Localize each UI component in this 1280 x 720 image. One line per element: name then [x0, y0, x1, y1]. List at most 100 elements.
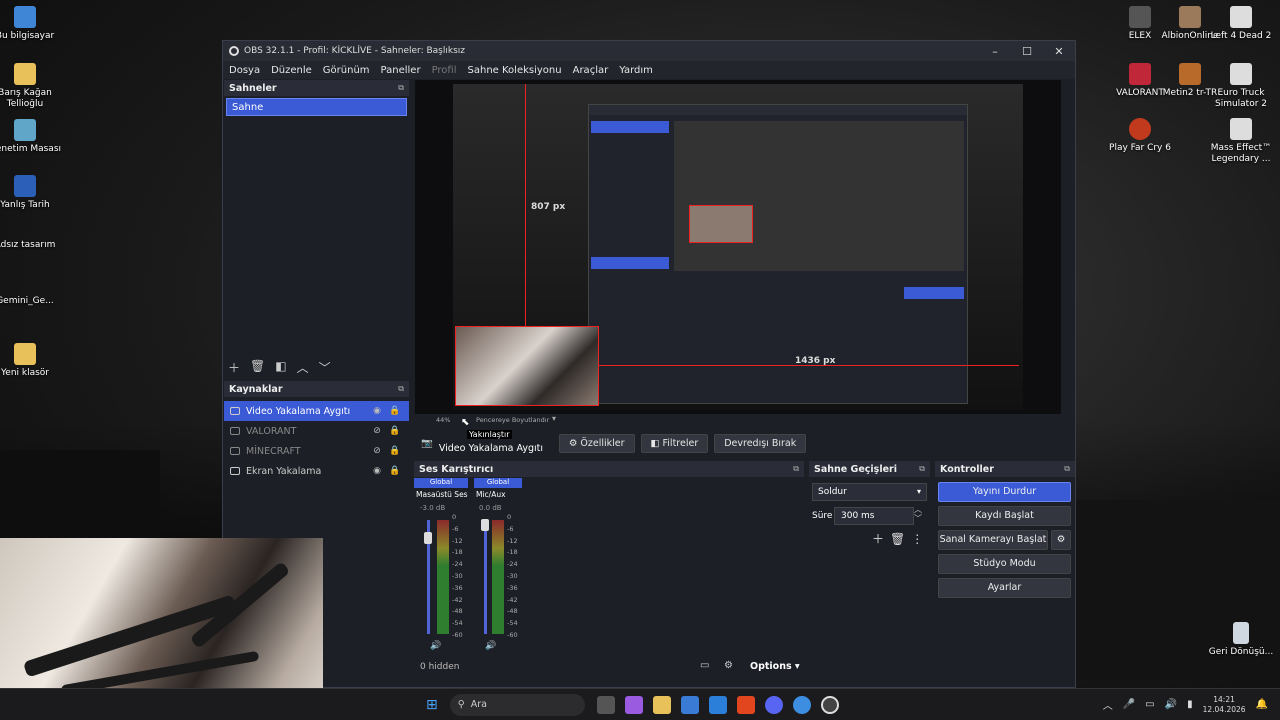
menu-scene-collection[interactable]: Sahne Koleksiyonu [468, 65, 562, 76]
add-icon[interactable]: ＋ [228, 359, 240, 376]
channel-name-desktop[interactable]: Masaüstü Ses [416, 490, 468, 499]
properties-button[interactable]: ⚙ Özellikler [558, 433, 635, 453]
network-icon[interactable]: ▭ [1145, 699, 1154, 710]
browser-icon[interactable] [792, 695, 811, 714]
start-virtual-camera-button[interactable]: Sanal Kamerayı Başlat [938, 530, 1048, 550]
discord-icon[interactable] [764, 695, 783, 714]
channel-name-mic[interactable]: Mic/Aux [476, 490, 506, 499]
mixer-options-button[interactable]: Options ▾ [750, 661, 800, 672]
battery-icon[interactable]: ▮ [1187, 699, 1193, 710]
microphone-icon[interactable]: 🎤 [1123, 699, 1135, 710]
dock-float-icon[interactable]: ⧉ [398, 83, 404, 93]
chevron-down-icon[interactable]: ▾ [552, 414, 556, 423]
computer-icon [14, 6, 36, 28]
filter-icon[interactable]: ◧ [275, 359, 286, 376]
eye-off-icon[interactable]: ⊘ [369, 446, 385, 456]
move-down-icon[interactable]: ﹀ [319, 359, 331, 376]
fader-handle[interactable] [481, 519, 489, 531]
dock-float-icon[interactable]: ⧉ [398, 384, 404, 394]
more-icon[interactable]: ⋮ [911, 532, 929, 546]
desktop-icon-mass-effect[interactable]: Mass Effect™ Legendary ... [1202, 118, 1280, 165]
lock-icon[interactable]: 🔒 [387, 406, 403, 416]
volume-fader[interactable] [484, 520, 487, 634]
menu-edit[interactable]: Düzenle [271, 65, 312, 76]
app-icon[interactable] [624, 695, 643, 714]
desktop-icon-recycle-bin[interactable]: Geri Dönüşü... [1202, 622, 1280, 658]
fader-handle[interactable] [424, 532, 432, 544]
db-scale: 0 -6 -12 -18 -24 -30 -36 -42 -48 -54 -60 [452, 512, 463, 642]
windows-start-icon[interactable]: ⊞ [426, 697, 438, 713]
brave-icon[interactable] [736, 695, 755, 714]
start-recording-button[interactable]: Kaydı Başlat [938, 506, 1071, 526]
menu-tools[interactable]: Araçlar [573, 65, 609, 76]
speaker-icon[interactable]: 🔊 [430, 641, 441, 651]
eye-icon[interactable]: ◉ [369, 406, 385, 416]
eye-off-icon[interactable]: ⊘ [369, 426, 385, 436]
obs-logo-icon [229, 46, 239, 56]
menu-file[interactable]: Dosya [229, 65, 260, 76]
db-tick-label: -6 [507, 524, 514, 533]
mail-icon[interactable] [708, 695, 727, 714]
trash-icon[interactable]: 🗑 [250, 359, 265, 376]
desktop-icon-word-doc[interactable]: Yanlış Tarih [0, 175, 64, 211]
gear-icon[interactable]: ⚙ [1051, 530, 1071, 550]
studio-mode-button[interactable]: Stüdyo Modu [938, 554, 1071, 574]
filters-button[interactable]: ◧ Filtreler [640, 433, 709, 453]
obs-taskbar-icon[interactable] [820, 695, 839, 714]
lock-icon[interactable]: 🔒 [387, 446, 403, 456]
dock-float-icon[interactable]: ⧉ [793, 464, 799, 474]
store-icon[interactable] [680, 695, 699, 714]
stop-streaming-button[interactable]: Yayını Durdur [938, 482, 1071, 502]
desktop-icon-new-folder[interactable]: Yeni klasör [0, 343, 64, 379]
eye-icon[interactable]: ◉ [369, 466, 385, 476]
maximize-button[interactable]: ☐ [1011, 45, 1043, 58]
desktop-icon-farcry6[interactable]: Play Far Cry 6 [1101, 118, 1179, 154]
notification-icon[interactable]: 🔔 [1256, 699, 1268, 710]
desktop-icon-design[interactable]: Adsız tasarım [0, 240, 64, 251]
dock-float-icon[interactable]: ⧉ [1064, 464, 1070, 474]
menu-help[interactable]: Yardım [619, 65, 653, 76]
desktop-icon-control-panel[interactable]: Denetim Masası [0, 119, 64, 155]
dock-float-icon[interactable]: ⧉ [919, 464, 925, 474]
menu-docks[interactable]: Paneller [381, 65, 421, 76]
close-button[interactable]: ✕ [1043, 45, 1075, 58]
file-explorer-icon[interactable] [652, 695, 671, 714]
taskbar-search[interactable]: ⚲ Ara [449, 693, 585, 716]
desktop-icon-this-pc[interactable]: Bu bilgisayar [0, 6, 64, 42]
chevron-up-icon[interactable]: ︿ [1103, 697, 1113, 712]
duration-input[interactable]: 300 ms [834, 507, 914, 525]
source-item[interactable]: VALORANT ⊘ 🔒 [224, 421, 409, 441]
speaker-icon[interactable]: 🔊 [485, 641, 496, 651]
deactivate-button[interactable]: Devredışı Bırak [714, 433, 807, 453]
source-item[interactable]: MİNECRAFT ⊘ 🔒 [224, 441, 409, 461]
transition-select[interactable]: Soldur ▾ [812, 483, 927, 501]
minimize-button[interactable]: – [979, 45, 1011, 58]
lock-icon[interactable]: 🔒 [387, 426, 403, 436]
settings-button[interactable]: Ayarlar [938, 578, 1071, 598]
source-item[interactable]: Ekran Yakalama ◉ 🔒 [224, 461, 409, 481]
add-icon[interactable]: ＋ [872, 532, 890, 546]
zoom-mode-select[interactable]: Pencereye Boyutlandır [476, 416, 549, 424]
preview-canvas[interactable]: 807 px 1436 px [415, 80, 1061, 414]
desktop-icon-l4d2[interactable]: Left 4 Dead 2 [1202, 6, 1280, 42]
duration-stepper[interactable]: ︿ ﹀ [914, 505, 922, 523]
desktop-icon-gemini[interactable]: Gemini_Ge... [0, 296, 64, 307]
db-tick-label: -36 [452, 583, 463, 592]
mixer-layout-icon[interactable]: ▭ [700, 660, 709, 671]
gear-icon[interactable]: ⚙ [724, 660, 733, 671]
source-item[interactable]: Video Yakalama Aygıtı ◉ 🔒 [224, 401, 409, 421]
trash-icon[interactable]: 🗑 [890, 532, 911, 546]
menu-view[interactable]: Görünüm [323, 65, 370, 76]
scenes-dock: Sahneler ⧉ Sahne [224, 80, 409, 376]
menu-profile[interactable]: Profil [432, 65, 457, 76]
scene-item[interactable]: Sahne [226, 98, 407, 116]
clock[interactable]: 14:21 12.04.2026 [1203, 695, 1246, 715]
desktop-icon-ets2[interactable]: Euro Truck Simulator 2 [1202, 63, 1280, 110]
file-icon [1230, 63, 1252, 85]
volume-icon[interactable]: 🔊 [1165, 699, 1177, 710]
lock-icon[interactable]: 🔒 [387, 466, 403, 476]
video-capture-source-selected[interactable] [455, 326, 599, 406]
move-up-icon[interactable]: ︿ [297, 359, 309, 376]
task-view-icon[interactable] [596, 695, 615, 714]
desktop-icon-user-folder[interactable]: Barış Kağan Tellioğlu [0, 63, 64, 110]
